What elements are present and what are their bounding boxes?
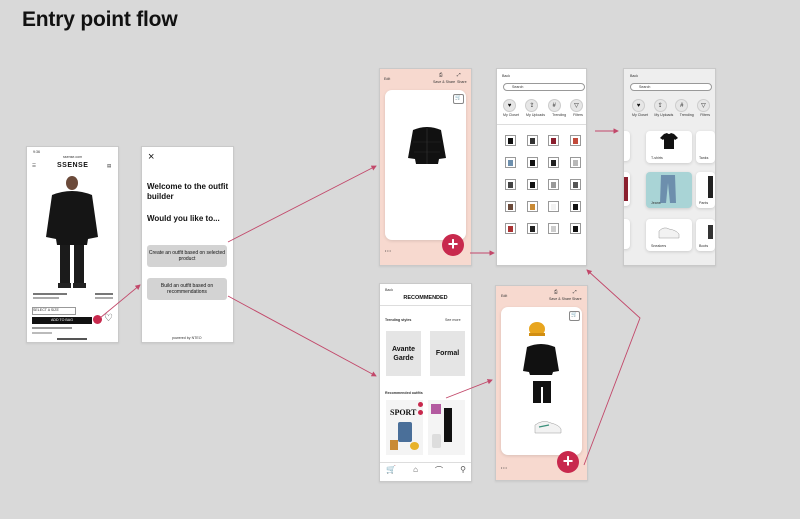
arrow-welcome-to-builder — [227, 165, 377, 243]
flow-arrows — [99, 128, 641, 466]
arrow-builder-to-catalog-2 — [583, 269, 641, 466]
arrow-recommended-to-builder — [445, 379, 493, 399]
arrow-product-to-welcome — [99, 284, 141, 319]
arrow-welcome-to-recommended — [227, 295, 377, 377]
